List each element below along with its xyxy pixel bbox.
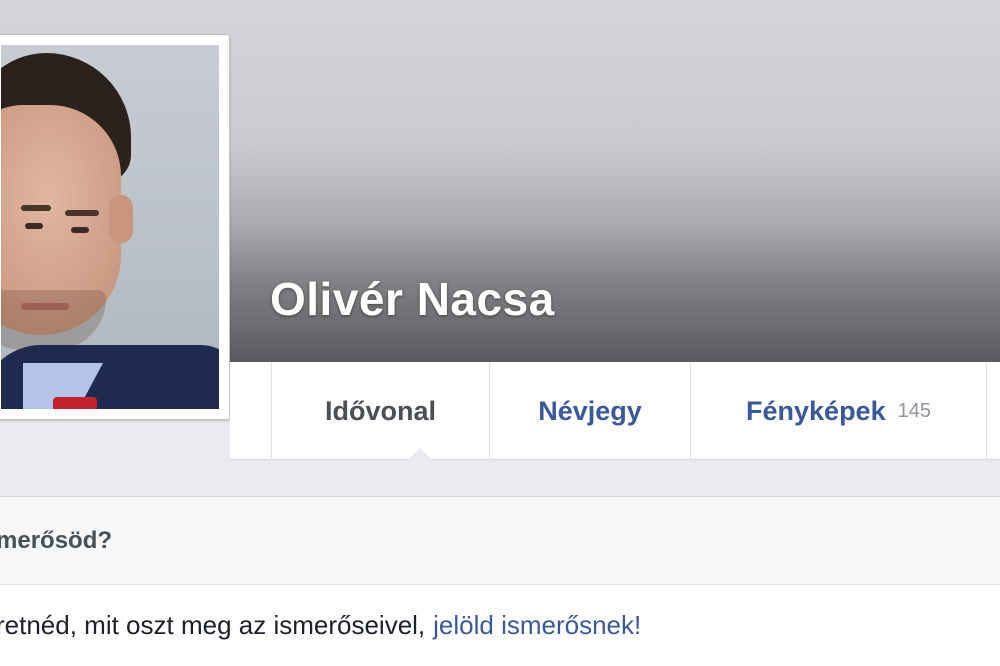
profile-photo-tie	[53, 397, 97, 409]
tab-more[interactable]	[986, 362, 1000, 460]
friend-request-title: merősöd?	[0, 526, 113, 554]
active-tab-caret-icon	[408, 448, 432, 460]
friend-request-header: merősöd?	[0, 497, 1000, 585]
friend-request-body: retnéd, mit oszt meg az ismerőseivel, je…	[0, 585, 1000, 665]
profile-nav: Idővonal Névjegy Fényképek 145	[230, 362, 1000, 460]
profile-picture[interactable]	[1, 45, 219, 409]
tab-about[interactable]: Névjegy	[489, 362, 690, 460]
tab-photos-count: 145	[897, 399, 931, 422]
profile-photo-brow	[21, 205, 51, 211]
profile-photo-brow	[65, 210, 99, 216]
friend-request-panel: merősöd? retnéd, mit oszt meg az ismerős…	[0, 496, 1000, 666]
profile-photo-beard	[1, 290, 106, 350]
friend-request-text: retnéd, mit oszt meg az ismerőseivel,	[0, 609, 426, 640]
profile-photo-ear	[109, 195, 133, 243]
tab-timeline-label: Idővonal	[324, 395, 436, 426]
add-friend-link[interactable]: jelöld ismerősnek!	[433, 610, 641, 641]
profile-photo-eye	[71, 227, 89, 233]
profile-picture-frame[interactable]	[0, 34, 230, 420]
profile-name[interactable]: Olivér Nacsa	[270, 272, 555, 326]
tab-about-label: Névjegy	[538, 395, 642, 426]
tab-photos-label: Fényképek	[746, 395, 886, 426]
profile-photo-eye	[25, 223, 43, 229]
tab-timeline[interactable]: Idővonal	[271, 362, 489, 460]
tab-photos[interactable]: Fényképek 145	[690, 362, 986, 460]
profile-photo-mouth	[21, 303, 69, 310]
